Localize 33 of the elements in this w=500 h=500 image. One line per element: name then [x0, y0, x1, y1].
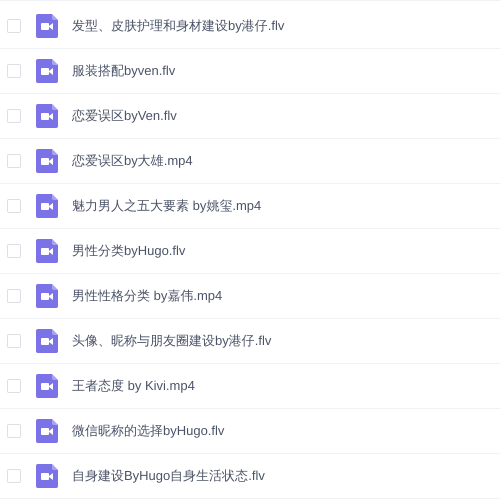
video-file-icon [36, 284, 58, 308]
file-name[interactable]: 微信昵称的选择byHugo.flv [72, 421, 224, 441]
video-file-icon [36, 194, 58, 218]
file-name[interactable]: 男性性格分类 by嘉伟.mp4 [72, 286, 222, 306]
checkbox[interactable] [7, 379, 21, 393]
file-name[interactable]: 男性分类byHugo.flv [72, 241, 186, 261]
checkbox[interactable] [7, 469, 21, 483]
file-name[interactable]: 王者态度 by Kivi.mp4 [72, 376, 195, 396]
video-file-icon [36, 59, 58, 83]
video-file-icon [36, 14, 58, 38]
video-file-icon [36, 419, 58, 443]
checkbox[interactable] [7, 199, 21, 213]
checkbox[interactable] [7, 244, 21, 258]
video-file-icon [36, 104, 58, 128]
file-name[interactable]: 魅力男人之五大要素 by姚玺.mp4 [72, 196, 262, 216]
video-file-icon [36, 374, 58, 398]
video-file-icon [36, 239, 58, 263]
video-file-icon [36, 464, 58, 488]
file-name[interactable]: 发型、皮肤护理和身材建设by港仔.flv [72, 16, 284, 36]
checkbox[interactable] [7, 334, 21, 348]
file-name[interactable]: 自身建设ByHugo自身生活状态.flv [72, 466, 265, 486]
file-name[interactable]: 恋爱误区byVen.flv [72, 106, 177, 126]
checkbox[interactable] [7, 289, 21, 303]
file-name[interactable]: 服装搭配byven.flv [72, 61, 176, 81]
checkbox[interactable] [7, 109, 21, 123]
checkbox[interactable] [7, 424, 21, 438]
checkbox[interactable] [7, 154, 21, 168]
file-name[interactable]: 恋爱误区by大雄.mp4 [72, 151, 193, 171]
file-name[interactable]: 头像、昵称与朋友圈建设by港仔.flv [72, 331, 272, 351]
checkbox[interactable] [7, 19, 21, 33]
video-file-icon [36, 149, 58, 173]
checkbox[interactable] [7, 64, 21, 78]
video-file-icon [36, 329, 58, 353]
